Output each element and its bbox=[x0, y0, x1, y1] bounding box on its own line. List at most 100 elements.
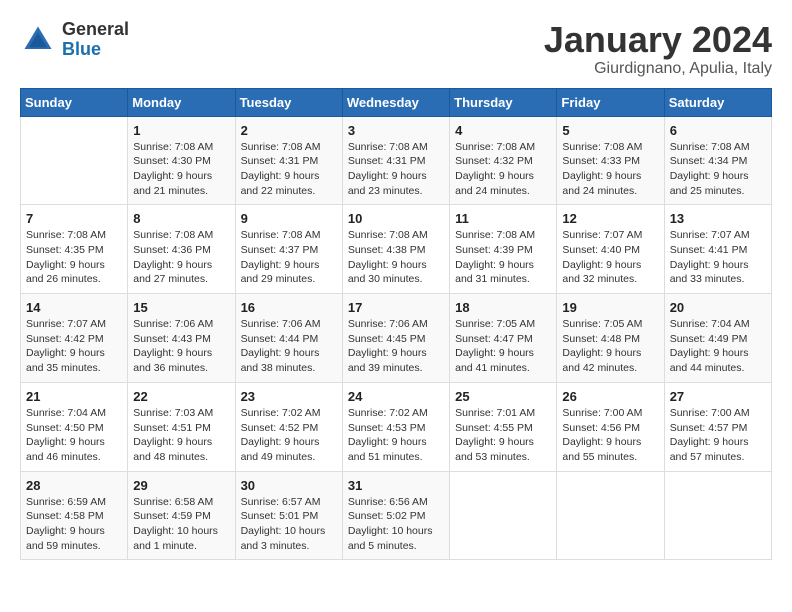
calendar-cell: 3Sunrise: 7:08 AM Sunset: 4:31 PM Daylig… bbox=[342, 116, 449, 205]
day-detail: Sunrise: 7:08 AM Sunset: 4:30 PM Dayligh… bbox=[133, 140, 229, 199]
day-detail: Sunrise: 7:02 AM Sunset: 4:52 PM Dayligh… bbox=[241, 406, 337, 465]
day-number: 2 bbox=[241, 123, 337, 138]
day-number: 6 bbox=[670, 123, 766, 138]
logo-blue-text: Blue bbox=[62, 40, 129, 60]
logo-text: General Blue bbox=[62, 20, 129, 60]
day-number: 18 bbox=[455, 300, 551, 315]
day-detail: Sunrise: 7:08 AM Sunset: 4:36 PM Dayligh… bbox=[133, 228, 229, 287]
week-row-2: 7 Sunrise: 7:08 AM Sunset: 4:35 PM Daylig… bbox=[21, 205, 772, 294]
day-detail: Sunrise: 7:08 AM Sunset: 4:31 PM Dayligh… bbox=[241, 140, 337, 199]
day-detail: Sunrise: 7:01 AM Sunset: 4:55 PM Dayligh… bbox=[455, 406, 551, 465]
calendar-cell: 4Sunrise: 7:08 AM Sunset: 4:32 PM Daylig… bbox=[450, 116, 557, 205]
day-detail: Sunrise: 6:59 AM Sunset: 4:58 PM Dayligh… bbox=[26, 495, 122, 554]
day-detail: Sunrise: 7:05 AM Sunset: 4:48 PM Dayligh… bbox=[562, 317, 658, 376]
calendar-subtitle: Giurdignano, Apulia, Italy bbox=[544, 60, 772, 78]
calendar-table: SundayMondayTuesdayWednesdayThursdayFrid… bbox=[20, 88, 772, 561]
day-number: 26 bbox=[562, 389, 658, 404]
day-detail: Sunrise: 7:02 AM Sunset: 4:53 PM Dayligh… bbox=[348, 406, 444, 465]
calendar-cell: 12 Sunrise: 7:07 AM Sunset: 4:40 PM Dayli… bbox=[557, 205, 664, 294]
day-number: 15 bbox=[133, 300, 229, 315]
header-day-saturday: Saturday bbox=[664, 88, 771, 116]
calendar-cell: 27 Sunrise: 7:00 AM Sunset: 4:57 PM Dayli… bbox=[664, 382, 771, 471]
day-number: 22 bbox=[133, 389, 229, 404]
calendar-cell: 8 Sunrise: 7:08 AM Sunset: 4:36 PM Daylig… bbox=[128, 205, 235, 294]
day-number: 8 bbox=[133, 211, 229, 226]
logo-general-text: General bbox=[62, 20, 129, 40]
day-detail: Sunrise: 6:56 AM Sunset: 5:02 PM Dayligh… bbox=[348, 495, 444, 554]
day-detail: Sunrise: 7:07 AM Sunset: 4:40 PM Dayligh… bbox=[562, 228, 658, 287]
day-number: 3 bbox=[348, 123, 444, 138]
day-detail: Sunrise: 7:08 AM Sunset: 4:34 PM Dayligh… bbox=[670, 140, 766, 199]
day-detail: Sunrise: 7:08 AM Sunset: 4:33 PM Dayligh… bbox=[562, 140, 658, 199]
day-detail: Sunrise: 7:04 AM Sunset: 4:49 PM Dayligh… bbox=[670, 317, 766, 376]
calendar-cell: 31 Sunrise: 6:56 AM Sunset: 5:02 PM Dayli… bbox=[342, 471, 449, 560]
day-number: 28 bbox=[26, 478, 122, 493]
day-detail: Sunrise: 7:07 AM Sunset: 4:42 PM Dayligh… bbox=[26, 317, 122, 376]
calendar-cell: 9 Sunrise: 7:08 AM Sunset: 4:37 PM Daylig… bbox=[235, 205, 342, 294]
calendar-cell: 22 Sunrise: 7:03 AM Sunset: 4:51 PM Dayli… bbox=[128, 382, 235, 471]
day-detail: Sunrise: 7:08 AM Sunset: 4:39 PM Dayligh… bbox=[455, 228, 551, 287]
day-detail: Sunrise: 7:06 AM Sunset: 4:43 PM Dayligh… bbox=[133, 317, 229, 376]
day-number: 17 bbox=[348, 300, 444, 315]
week-row-4: 21 Sunrise: 7:04 AM Sunset: 4:50 PM Dayli… bbox=[21, 382, 772, 471]
day-number: 13 bbox=[670, 211, 766, 226]
header-day-monday: Monday bbox=[128, 88, 235, 116]
day-detail: Sunrise: 7:08 AM Sunset: 4:32 PM Dayligh… bbox=[455, 140, 551, 199]
calendar-cell bbox=[664, 471, 771, 560]
calendar-cell: 16Sunrise: 7:06 AM Sunset: 4:44 PM Dayli… bbox=[235, 294, 342, 383]
header-day-friday: Friday bbox=[557, 88, 664, 116]
day-number: 27 bbox=[670, 389, 766, 404]
day-detail: Sunrise: 7:00 AM Sunset: 4:56 PM Dayligh… bbox=[562, 406, 658, 465]
day-detail: Sunrise: 7:08 AM Sunset: 4:38 PM Dayligh… bbox=[348, 228, 444, 287]
day-detail: Sunrise: 7:08 AM Sunset: 4:35 PM Dayligh… bbox=[26, 228, 122, 287]
day-detail: Sunrise: 6:58 AM Sunset: 4:59 PM Dayligh… bbox=[133, 495, 229, 554]
day-number: 30 bbox=[241, 478, 337, 493]
day-number: 31 bbox=[348, 478, 444, 493]
logo-icon bbox=[20, 22, 56, 58]
day-detail: Sunrise: 7:04 AM Sunset: 4:50 PM Dayligh… bbox=[26, 406, 122, 465]
calendar-header: SundayMondayTuesdayWednesdayThursdayFrid… bbox=[21, 88, 772, 116]
header-day-tuesday: Tuesday bbox=[235, 88, 342, 116]
calendar-cell: 25Sunrise: 7:01 AM Sunset: 4:55 PM Dayli… bbox=[450, 382, 557, 471]
day-number: 7 bbox=[26, 211, 122, 226]
calendar-cell: 6 Sunrise: 7:08 AM Sunset: 4:34 PM Daylig… bbox=[664, 116, 771, 205]
calendar-cell: 2 Sunrise: 7:08 AM Sunset: 4:31 PM Daylig… bbox=[235, 116, 342, 205]
day-number: 19 bbox=[562, 300, 658, 315]
day-detail: Sunrise: 7:03 AM Sunset: 4:51 PM Dayligh… bbox=[133, 406, 229, 465]
day-detail: Sunrise: 7:07 AM Sunset: 4:41 PM Dayligh… bbox=[670, 228, 766, 287]
header-day-thursday: Thursday bbox=[450, 88, 557, 116]
header-row: SundayMondayTuesdayWednesdayThursdayFrid… bbox=[21, 88, 772, 116]
page-header: General Blue January 2024 Giurdignano, A… bbox=[20, 20, 772, 78]
calendar-cell: 11Sunrise: 7:08 AM Sunset: 4:39 PM Dayli… bbox=[450, 205, 557, 294]
day-number: 9 bbox=[241, 211, 337, 226]
day-number: 20 bbox=[670, 300, 766, 315]
calendar-cell: 29 Sunrise: 6:58 AM Sunset: 4:59 PM Dayli… bbox=[128, 471, 235, 560]
day-detail: Sunrise: 7:06 AM Sunset: 4:45 PM Dayligh… bbox=[348, 317, 444, 376]
calendar-cell: 23Sunrise: 7:02 AM Sunset: 4:52 PM Dayli… bbox=[235, 382, 342, 471]
calendar-cell bbox=[557, 471, 664, 560]
title-block: January 2024 Giurdignano, Apulia, Italy bbox=[544, 20, 772, 78]
calendar-cell bbox=[450, 471, 557, 560]
day-number: 10 bbox=[348, 211, 444, 226]
logo: General Blue bbox=[20, 20, 129, 60]
day-detail: Sunrise: 7:08 AM Sunset: 4:37 PM Dayligh… bbox=[241, 228, 337, 287]
calendar-cell: 14 Sunrise: 7:07 AM Sunset: 4:42 PM Dayli… bbox=[21, 294, 128, 383]
calendar-cell: 1Sunrise: 7:08 AM Sunset: 4:30 PM Daylig… bbox=[128, 116, 235, 205]
calendar-cell: 24Sunrise: 7:02 AM Sunset: 4:53 PM Dayli… bbox=[342, 382, 449, 471]
day-number: 14 bbox=[26, 300, 122, 315]
calendar-cell: 10 Sunrise: 7:08 AM Sunset: 4:38 PM Dayli… bbox=[342, 205, 449, 294]
day-number: 21 bbox=[26, 389, 122, 404]
calendar-cell: 30 Sunrise: 6:57 AM Sunset: 5:01 PM Dayli… bbox=[235, 471, 342, 560]
day-number: 12 bbox=[562, 211, 658, 226]
day-number: 16 bbox=[241, 300, 337, 315]
day-number: 29 bbox=[133, 478, 229, 493]
calendar-cell bbox=[21, 116, 128, 205]
header-day-sunday: Sunday bbox=[21, 88, 128, 116]
week-row-3: 14 Sunrise: 7:07 AM Sunset: 4:42 PM Dayli… bbox=[21, 294, 772, 383]
day-detail: Sunrise: 7:05 AM Sunset: 4:47 PM Dayligh… bbox=[455, 317, 551, 376]
calendar-cell: 5Sunrise: 7:08 AM Sunset: 4:33 PM Daylig… bbox=[557, 116, 664, 205]
calendar-cell: 26 Sunrise: 7:00 AM Sunset: 4:56 PM Dayli… bbox=[557, 382, 664, 471]
day-detail: Sunrise: 7:00 AM Sunset: 4:57 PM Dayligh… bbox=[670, 406, 766, 465]
day-detail: Sunrise: 6:57 AM Sunset: 5:01 PM Dayligh… bbox=[241, 495, 337, 554]
calendar-title: January 2024 bbox=[544, 20, 772, 60]
